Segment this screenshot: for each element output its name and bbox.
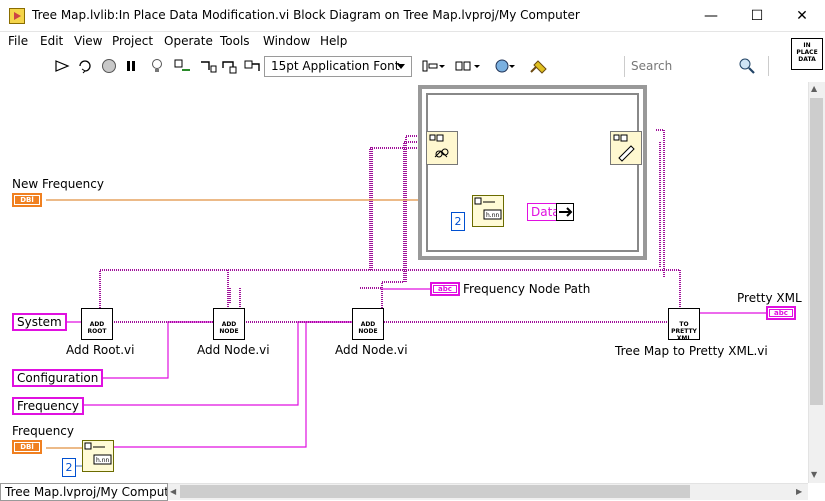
close-button[interactable]: ✕ <box>779 0 825 32</box>
menu-edit[interactable]: Edit <box>40 34 63 48</box>
step-into-icon[interactable] <box>199 57 217 75</box>
add-root-subvi[interactable]: ADD ROOT <box>81 308 113 340</box>
vi-icon: IN PLACE DATA <box>791 38 823 70</box>
reorder-icon[interactable] <box>494 57 520 75</box>
labview-app-icon <box>9 8 25 24</box>
align-objects-icon[interactable] <box>420 57 446 75</box>
font-select-label: 15pt Application Font <box>271 59 400 73</box>
tree-map-to-pretty-xml-subvi[interactable]: TO PRETTY XML <box>668 308 700 342</box>
run-continuously-icon[interactable] <box>76 57 94 75</box>
menu-help[interactable]: Help <box>320 34 347 48</box>
clean-up-diagram-icon[interactable] <box>528 57 552 75</box>
window-title: Tree Map.lvlib:In Place Data Modificatio… <box>32 8 580 22</box>
vertical-scroll-thumb[interactable] <box>810 98 823 405</box>
frequency-label: Frequency <box>12 424 74 438</box>
pretty-xml-indicator[interactable]: abc <box>766 306 796 320</box>
get-node-border-node[interactable] <box>426 131 458 165</box>
scroll-left-icon[interactable]: ◀ <box>170 487 176 496</box>
svg-text:h.nn: h.nn <box>96 457 110 464</box>
tree-map-to-pretty-xml-label: Tree Map to Pretty XML.vi <box>615 344 768 358</box>
add-node-label: Add Node.vi <box>197 343 270 357</box>
frequency-string-constant[interactable]: Frequency <box>12 397 84 415</box>
minimize-button[interactable]: — <box>688 0 734 32</box>
step-over-icon[interactable] <box>221 57 239 75</box>
search-icon[interactable] <box>738 57 756 75</box>
pause-icon[interactable] <box>122 57 140 75</box>
unbundle-node[interactable] <box>556 203 574 221</box>
format-into-string-node[interactable]: h.nn <box>82 440 114 472</box>
frequency-node-path-label: Frequency Node Path <box>463 282 591 296</box>
add-node-subvi[interactable]: ADD NODE <box>352 308 384 340</box>
maximize-button[interactable]: ☐ <box>734 0 780 32</box>
menu-file[interactable]: File <box>8 34 28 48</box>
new-frequency-terminal[interactable]: DBl <box>12 193 42 207</box>
frequency-node-path-indicator[interactable]: abc <box>430 282 460 296</box>
chevron-down-icon <box>397 64 405 69</box>
distribute-objects-icon[interactable] <box>454 57 482 75</box>
menu-operate[interactable]: Operate <box>164 34 213 48</box>
step-out-icon[interactable] <box>243 57 261 75</box>
numeric-constant[interactable]: 2 <box>451 212 465 231</box>
set-node-border-node[interactable] <box>610 131 642 165</box>
pretty-xml-label: Pretty XML <box>737 291 802 305</box>
highlight-execution-icon[interactable] <box>148 57 166 75</box>
svg-text:h.nn: h.nn <box>486 212 500 219</box>
project-status-bar: Tree Map.lvproj/My Computer <box>0 483 168 501</box>
menu-view[interactable]: View <box>74 34 102 48</box>
abort-icon[interactable] <box>100 57 118 75</box>
add-node-subvi[interactable]: ADD NODE <box>213 308 245 340</box>
add-node-label: Add Node.vi <box>335 343 408 357</box>
scroll-right-icon[interactable]: ▶ <box>796 487 802 496</box>
configuration-string-constant[interactable]: Configuration <box>12 369 104 387</box>
add-root-label: Add Root.vi <box>66 343 135 357</box>
format-into-string-node[interactable]: h.nn <box>472 195 504 227</box>
run-arrow-icon[interactable] <box>53 57 71 75</box>
font-select[interactable]: 15pt Application Font <box>264 56 412 77</box>
menu-window[interactable]: Window <box>263 34 310 48</box>
wires-layer <box>46 129 766 467</box>
system-string-constant[interactable]: System <box>12 313 67 331</box>
retain-wire-values-icon[interactable] <box>173 57 191 75</box>
horizontal-scroll-thumb[interactable] <box>180 485 690 498</box>
menu-project[interactable]: Project <box>112 34 153 48</box>
new-frequency-label: New Frequency <box>12 177 104 191</box>
menu-tools[interactable]: Tools <box>220 34 250 48</box>
scroll-up-icon[interactable]: ▲ <box>811 84 817 93</box>
scroll-down-icon[interactable]: ▼ <box>811 470 817 479</box>
toolbar-divider <box>768 56 778 76</box>
numeric-constant[interactable]: 2 <box>62 458 76 477</box>
frequency-terminal[interactable]: DBl <box>12 440 42 454</box>
